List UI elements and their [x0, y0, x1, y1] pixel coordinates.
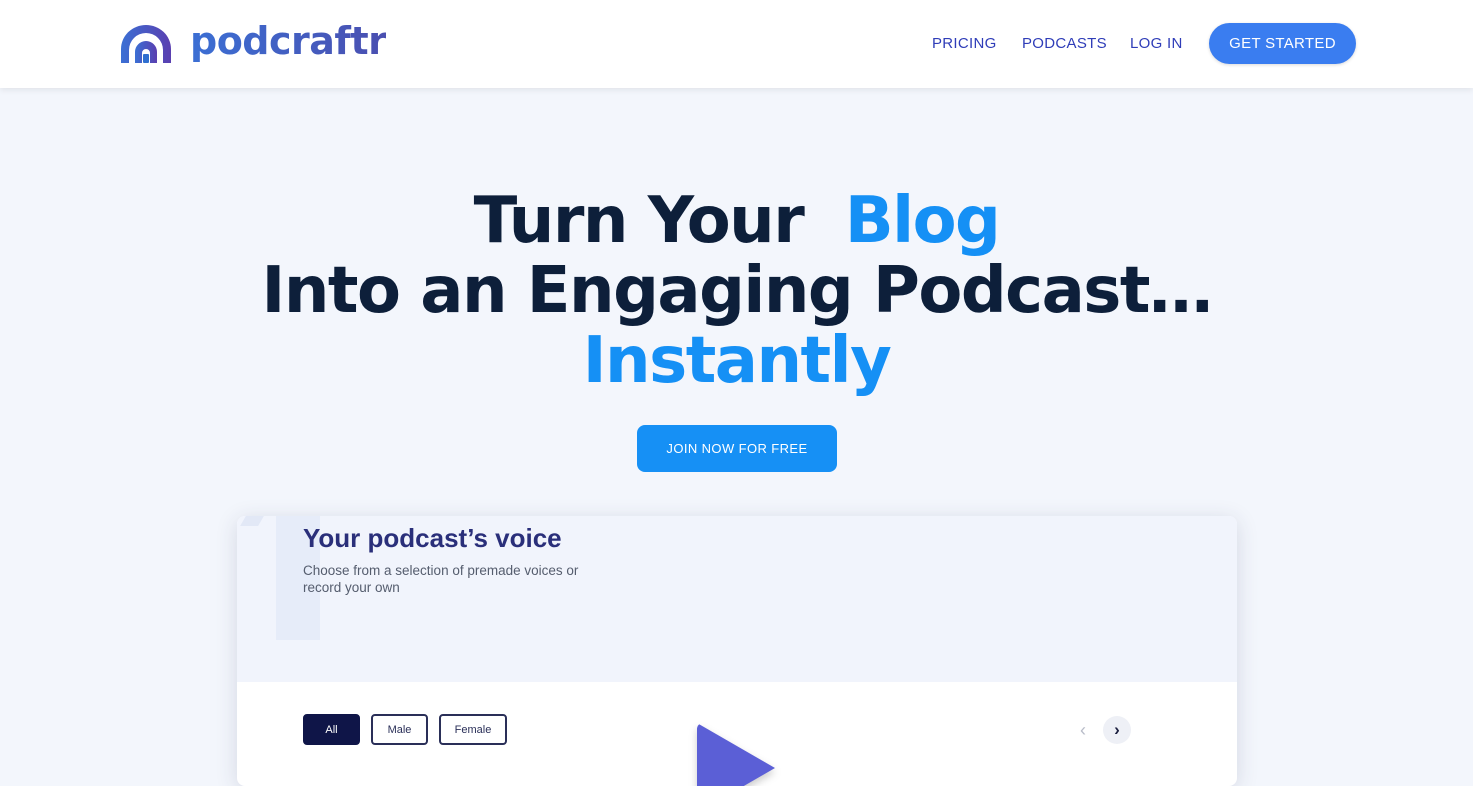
site-header: podcraftr PRICING PODCASTS LOG IN GET ST…	[0, 0, 1473, 88]
card-subtitle: Choose from a selection of premade voice…	[303, 563, 579, 595]
hero-heading-line-2: Into an Engaging Podcast…	[261, 254, 1213, 328]
play-icon[interactable]	[697, 723, 775, 786]
hero-heading-line-3: Instantly	[582, 324, 892, 398]
filter-all-button[interactable]: All	[303, 714, 360, 745]
filter-female-button[interactable]: Female	[439, 714, 507, 745]
card-title: Your podcast’s voice	[303, 523, 562, 553]
podcraftr-logo-icon	[121, 25, 171, 63]
nav-podcasts-link[interactable]: PODCASTS	[1022, 35, 1107, 52]
get-started-button[interactable]: GET STARTED	[1209, 23, 1356, 64]
nav-login-link[interactable]: LOG IN	[1130, 35, 1183, 52]
nav-pricing-link[interactable]: PRICING	[932, 35, 997, 52]
voice-selection-card: Your podcast’s voice Choose from a selec…	[237, 516, 1237, 786]
hero-heading-text: Turn Your	[473, 184, 805, 258]
hero-heading-accent: Blog	[844, 184, 1001, 258]
brand-logo[interactable]: podcraftr	[119, 19, 387, 66]
join-now-button[interactable]: JOIN NOW FOR FREE	[637, 425, 837, 472]
hero-heading-line-1: Turn Your Blog	[0, 184, 1473, 258]
chevron-right-icon[interactable]: ›	[1103, 716, 1131, 744]
brand-name: podcraftr	[190, 19, 387, 63]
filter-male-button[interactable]: Male	[371, 714, 428, 745]
chevron-left-icon[interactable]: ‹	[1073, 718, 1093, 742]
